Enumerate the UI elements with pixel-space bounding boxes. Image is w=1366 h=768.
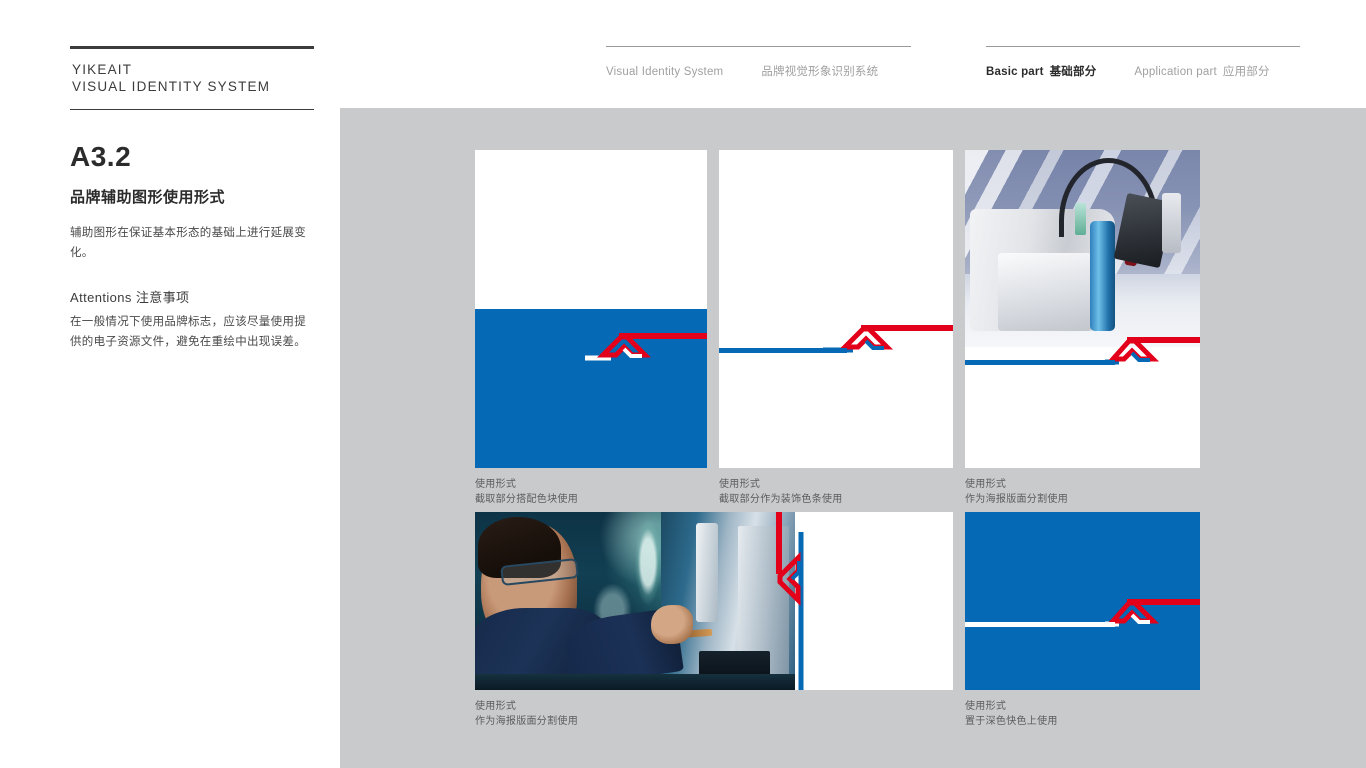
graphic-motif-horizontal bbox=[1105, 332, 1200, 368]
nav-item-application-part-cn: 应用部分 bbox=[1222, 66, 1270, 78]
nav-item-application-part[interactable]: Application part 应用部分 bbox=[1134, 63, 1269, 79]
brand-names: YIKEAIT VISUAL IDENTITY SYSTEM bbox=[70, 49, 314, 102]
nav-group-sections: Basic part 基础部分 Application part 应用部分 bbox=[986, 46, 1300, 90]
sidebar: A3.2 品牌辅助图形使用形式 辅助图形在保证基本形态的基础上进行延展变化。 A… bbox=[70, 142, 316, 352]
usage-card-2-canvas bbox=[719, 150, 953, 468]
usage-card-4-canvas bbox=[475, 512, 953, 690]
usage-card-2-caption-title: 使用形式 bbox=[719, 479, 761, 490]
graphic-motif-horizontal bbox=[585, 328, 707, 364]
photo-robotic-welding-arm bbox=[965, 150, 1200, 348]
nav-item-basic-part-cn: 基础部分 bbox=[1049, 66, 1097, 78]
brand-rule-bottom bbox=[70, 109, 314, 110]
graphic-motif-white-rule bbox=[965, 622, 1115, 627]
graphic-motif-horizontal bbox=[1105, 594, 1200, 630]
usage-card-3-caption-title: 使用形式 bbox=[965, 479, 1007, 490]
usage-card-4-caption-desc: 作为海报版面分割使用 bbox=[475, 716, 578, 727]
usage-card-2[interactable]: 使用形式 截取部分作为装饰色条使用 bbox=[719, 150, 953, 507]
usage-card-3-caption: 使用形式 作为海报版面分割使用 bbox=[965, 477, 1200, 507]
usage-card-5[interactable]: 使用形式 置于深色快色上使用 bbox=[965, 512, 1200, 729]
attentions-body: 在一般情况下使用品牌标志，应该尽量使用提供的电子资源文件，避免在重绘中出现误差。 bbox=[70, 316, 306, 348]
usage-card-4[interactable]: 使用形式 作为海报版面分割使用 bbox=[475, 512, 953, 729]
section-title: 品牌辅助图形使用形式 bbox=[70, 189, 226, 206]
usage-card-2-caption: 使用形式 截取部分作为装饰色条使用 bbox=[719, 477, 953, 507]
usage-card-5-caption: 使用形式 置于深色快色上使用 bbox=[965, 699, 1200, 729]
attentions-heading-en: Attentions bbox=[70, 290, 132, 305]
usage-card-5-canvas bbox=[965, 512, 1200, 690]
nav-item-basic-part-en: Basic part bbox=[986, 66, 1044, 78]
brand-name: YIKEAIT bbox=[72, 62, 133, 77]
nav-group-title: Visual Identity System 品牌视觉形象识别系统 bbox=[606, 46, 911, 90]
usage-card-1-caption-title: 使用形式 bbox=[475, 479, 517, 490]
graphic-motif-vertical bbox=[771, 512, 807, 690]
usage-card-4-caption: 使用形式 作为海报版面分割使用 bbox=[475, 699, 953, 729]
usage-card-1-canvas bbox=[475, 150, 707, 468]
usage-card-3-canvas bbox=[965, 150, 1200, 468]
section-code: A3.2 bbox=[70, 141, 132, 172]
nav-item-application-part-en: Application part bbox=[1134, 66, 1217, 78]
nav-item-basic-part[interactable]: Basic part 基础部分 bbox=[986, 63, 1096, 79]
usage-card-1[interactable]: 使用形式 截取部分搭配色块使用 bbox=[475, 150, 707, 507]
page-root: YIKEAIT VISUAL IDENTITY SYSTEM Visual Id… bbox=[0, 0, 1366, 768]
attentions-heading: Attentions 注意事项 bbox=[70, 287, 316, 306]
usage-card-3[interactable]: 使用形式 作为海报版面分割使用 bbox=[965, 150, 1200, 507]
brand-subtitle: VISUAL IDENTITY SYSTEM bbox=[72, 79, 271, 94]
usage-card-5-caption-title: 使用形式 bbox=[965, 701, 1007, 712]
usage-card-5-caption-desc: 置于深色快色上使用 bbox=[965, 716, 1058, 727]
photo-engineer-at-machine bbox=[475, 512, 796, 690]
usage-card-4-caption-title: 使用形式 bbox=[475, 701, 517, 712]
graphic-motif-blue-rule bbox=[965, 360, 1115, 365]
usage-card-1-caption: 使用形式 截取部分搭配色块使用 bbox=[475, 477, 707, 507]
usage-card-1-caption-desc: 截取部分搭配色块使用 bbox=[475, 494, 578, 505]
nav-item-vis-en[interactable]: Visual Identity System bbox=[606, 66, 723, 78]
usage-card-2-caption-desc: 截取部分作为装饰色条使用 bbox=[719, 494, 843, 505]
usage-card-3-caption-desc: 作为海报版面分割使用 bbox=[965, 494, 1068, 505]
nav-item-vis-cn[interactable]: 品牌视觉形象识别系统 bbox=[761, 63, 878, 79]
graphic-motif-blue-rule bbox=[719, 348, 847, 353]
section-description: 辅助图形在保证基本形态的基础上进行延展变化。 bbox=[70, 227, 306, 259]
brand-block: YIKEAIT VISUAL IDENTITY SYSTEM bbox=[70, 46, 314, 110]
attentions-heading-cn: 注意事项 bbox=[135, 290, 190, 305]
